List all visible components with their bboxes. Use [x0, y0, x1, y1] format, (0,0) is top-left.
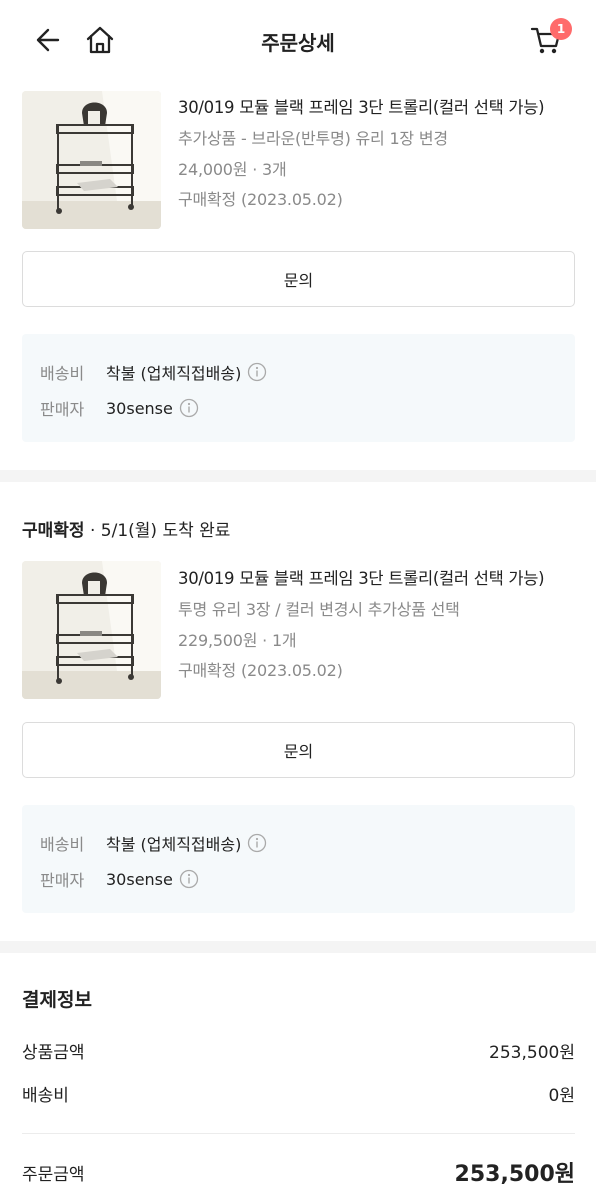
- seller-row: 판매자 30sense: [40, 396, 199, 420]
- payment-row-value: 253,500원: [489, 1043, 575, 1063]
- product-name[interactable]: 30/019 모듈 블랙 프레임 3단 트롤리(컬러 선택 가능): [178, 565, 545, 589]
- shipping-fee-row: 배송비 착불 (업체직접배송): [40, 831, 267, 855]
- total-label: 주문금액: [22, 1164, 85, 1185]
- shipping-fee-value: 착불 (업체직접배송): [106, 835, 242, 854]
- info-icon[interactable]: [179, 398, 199, 418]
- payment-row-label: 배송비: [22, 1086, 69, 1106]
- seller-value[interactable]: 30sense: [106, 399, 173, 418]
- page-title: 주문상세: [261, 31, 335, 55]
- seller-label: 판매자: [40, 400, 85, 419]
- section-divider: [0, 941, 596, 953]
- product-name[interactable]: 30/019 모듈 블랙 프레임 3단 트롤리(컬러 선택 가능): [178, 94, 545, 118]
- top-bar: 주문상세 1: [0, 0, 596, 80]
- payment-divider: [22, 1133, 575, 1134]
- product-price-qty: 229,500원 · 1개: [178, 631, 297, 650]
- product-option: 투명 유리 3장 / 컬러 변경시 추가상품 선택: [178, 600, 460, 619]
- cart-count-badge: 1: [550, 18, 572, 40]
- section-divider: [0, 470, 596, 482]
- order-status-line: 구매확정 · 5/1(월) 도착 완료: [22, 516, 230, 541]
- payment-info-title: 결제정보: [22, 989, 92, 1011]
- payment-row-product-amount: 상품금액 253,500원: [22, 1038, 575, 1063]
- shipping-fee-row: 배송비 착불 (업체직접배송): [40, 360, 267, 384]
- shipping-fee-value: 착불 (업체직접배송): [106, 364, 242, 383]
- product-thumbnail[interactable]: [22, 91, 161, 229]
- inquiry-button[interactable]: 문의: [22, 722, 575, 778]
- product-thumbnail[interactable]: [22, 561, 161, 699]
- delivery-info-box: 배송비 착불 (업체직접배송) 판매자 30sense: [22, 334, 575, 442]
- inquiry-button[interactable]: 문의: [22, 251, 575, 307]
- product-option: 추가상품 - 브라운(반투명) 유리 1장 변경: [178, 129, 448, 148]
- status-detail: · 5/1(월) 도착 완료: [84, 521, 231, 541]
- product-price-qty: 24,000원 · 3개: [178, 160, 287, 179]
- seller-row: 판매자 30sense: [40, 867, 199, 891]
- status-title: 구매확정: [22, 521, 85, 541]
- total-value: 253,500원: [454, 1162, 575, 1187]
- payment-row-value: 0원: [548, 1086, 575, 1106]
- delivery-info-box: 배송비 착불 (업체직접배송) 판매자 30sense: [22, 805, 575, 913]
- info-icon[interactable]: [179, 869, 199, 889]
- shipping-fee-label: 배송비: [40, 835, 85, 854]
- shipping-fee-label: 배송비: [40, 364, 85, 383]
- seller-label: 판매자: [40, 871, 85, 890]
- payment-row-label: 상품금액: [22, 1043, 85, 1063]
- info-icon[interactable]: [247, 833, 267, 853]
- seller-value[interactable]: 30sense: [106, 870, 173, 889]
- payment-row-shipping: 배송비 0원: [22, 1081, 575, 1106]
- purchase-confirm-date: 구매확정 (2023.05.02): [178, 661, 343, 680]
- payment-row-total: 주문금액 253,500원: [22, 1156, 575, 1188]
- info-icon[interactable]: [247, 362, 267, 382]
- purchase-confirm-date: 구매확정 (2023.05.02): [178, 190, 343, 209]
